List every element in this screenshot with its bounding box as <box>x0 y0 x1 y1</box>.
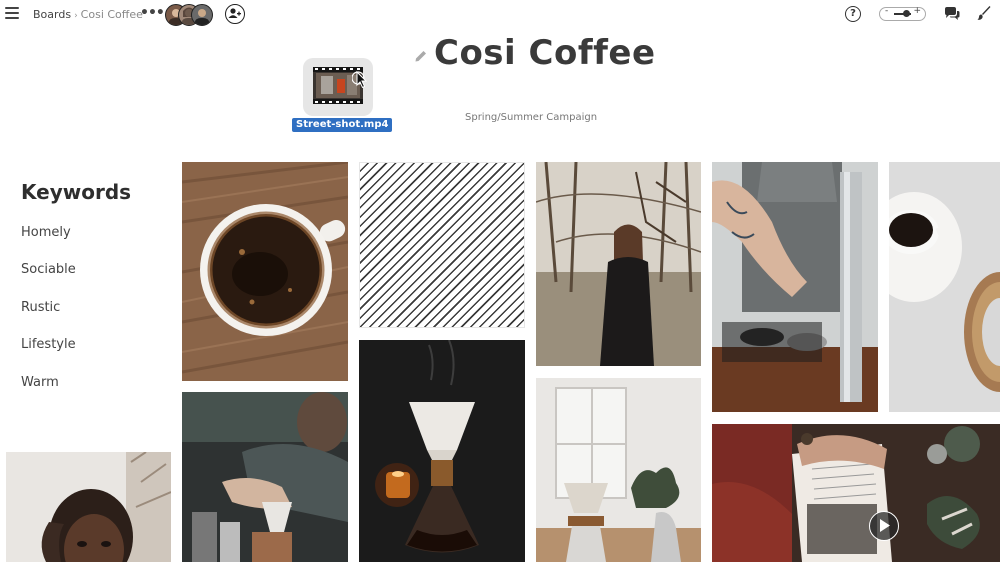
hamburger-icon[interactable] <box>5 7 19 19</box>
keyword-item[interactable]: Lifestyle <box>21 337 76 352</box>
board-subtitle[interactable]: Spring/Summer Campaign <box>465 112 597 123</box>
play-icon[interactable] <box>869 511 899 541</box>
image-tile-woman-forest[interactable] <box>536 162 701 366</box>
pencil-icon[interactable] <box>414 48 427 67</box>
keyword-item[interactable]: Sociable <box>21 262 76 277</box>
cursor-icon <box>351 69 368 93</box>
image-placeholder-tile[interactable] <box>359 162 525 328</box>
comments-icon[interactable] <box>943 6 961 26</box>
image-tile-coffee-cup[interactable] <box>182 162 348 381</box>
image-tile-chemex[interactable] <box>359 340 525 562</box>
help-icon[interactable]: ? <box>845 6 861 22</box>
image-tile-barista[interactable] <box>712 162 878 412</box>
zoom-in-label[interactable]: + <box>913 6 921 16</box>
add-user-icon[interactable] <box>225 4 245 24</box>
breadcrumb-separator: › <box>74 11 78 21</box>
video-tile-reading[interactable] <box>712 424 1000 562</box>
zoom-slider[interactable]: - + <box>879 6 926 21</box>
image-tile-cup-saucer[interactable] <box>889 162 1000 412</box>
image-tile-pour-over[interactable] <box>182 392 348 562</box>
breadcrumb: Boards › Cosi Coffee <box>33 8 143 21</box>
zoom-out-label[interactable]: - <box>885 6 888 16</box>
image-tile-portrait[interactable] <box>6 452 171 562</box>
breadcrumb-root[interactable]: Boards <box>33 8 71 21</box>
keyword-item[interactable]: Homely <box>21 225 71 240</box>
file-name-label[interactable]: Street-shot.mp4 <box>292 118 393 132</box>
keyword-item[interactable]: Warm <box>21 375 59 390</box>
page-title[interactable]: Cosi Coffee <box>434 33 656 73</box>
more-icon[interactable]: ••• <box>140 5 165 21</box>
brush-icon[interactable] <box>977 5 991 25</box>
avatar[interactable] <box>191 4 213 26</box>
top-bar: Boards › Cosi Coffee ••• ? - + <box>0 0 1000 30</box>
breadcrumb-current[interactable]: Cosi Coffee <box>81 8 143 21</box>
zoom-knob[interactable] <box>903 10 910 17</box>
image-tile-coffee-window[interactable] <box>536 378 701 562</box>
video-file-card[interactable] <box>303 58 373 116</box>
keyword-item[interactable]: Rustic <box>21 300 60 315</box>
keywords-heading: Keywords <box>21 180 132 204</box>
